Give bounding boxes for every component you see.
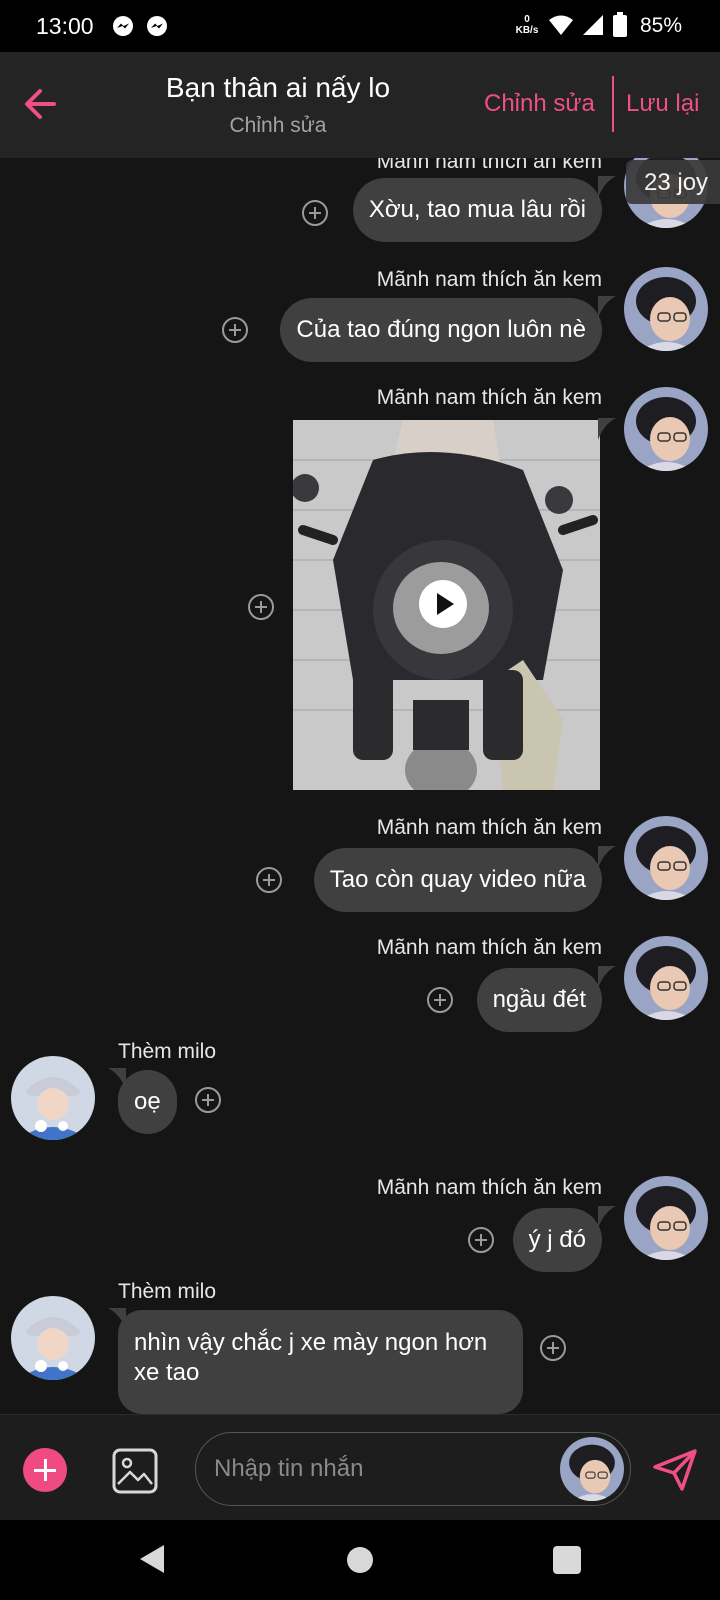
wifi-icon [549,15,573,35]
message-sender: Mãnh nam thích ăn kem [376,1176,602,1199]
avatar[interactable] [624,816,708,900]
message-bubble[interactable]: oẹ [118,1070,177,1134]
image-gallery-icon[interactable] [112,1448,158,1494]
save-button[interactable]: Lưu lại [626,90,699,118]
message-sender: Thèm milo [118,1280,217,1303]
back-triangle-icon[interactable] [138,1543,166,1575]
message-bubble[interactable]: ý j đó [512,1208,602,1272]
chat-title: Bạn thân ai nấy lo [165,72,391,103]
message-bubble[interactable]: Xờu, tao mua lâu rồi [352,178,602,242]
chat-subtitle: Chỉnh sửa [229,114,327,137]
add-reaction-icon[interactable] [468,1227,494,1253]
avatar[interactable] [11,1056,95,1140]
add-reaction-icon[interactable] [222,317,248,343]
status-time: 13:00 [36,13,94,39]
chat-header: Bạn thân ai nấy lo Chỉnh sửa Chỉnh sửa L… [0,52,720,158]
bubble-tail [598,846,616,868]
avatar[interactable] [624,387,708,471]
message-composer [0,1414,720,1520]
sender-avatar[interactable] [560,1437,624,1501]
system-nav-bar [0,1520,720,1600]
add-reaction-icon[interactable] [302,200,328,226]
battery-percent: 85% [640,14,683,37]
add-reaction-icon[interactable] [248,594,274,620]
network-speed-unit: KB/s [515,25,539,36]
message-sender: Thèm milo [118,1040,217,1063]
message-sender: Mãnh nam thích ăn kem [376,268,602,291]
message-sender: Mãnh nam thích ăn kem [376,816,602,839]
header-divider [612,76,614,132]
signal-icon [583,15,603,35]
add-reaction-icon[interactable] [195,1087,221,1113]
avatar[interactable] [624,267,708,351]
video-message[interactable] [293,420,600,790]
message-sender: Mãnh nam thích ăn kem [376,386,602,409]
bubble-tail [598,176,616,198]
joy-badge: 23 joy [626,160,720,204]
bubble-tail [598,296,616,318]
add-reaction-icon[interactable] [540,1335,566,1361]
add-attachment-button[interactable] [23,1448,67,1492]
avatar[interactable] [624,1176,708,1260]
add-reaction-icon[interactable] [256,867,282,893]
message-bubble[interactable]: ngầu đét [476,968,602,1032]
avatar[interactable] [624,936,708,1020]
message-list[interactable]: Mãnh nam thích ăn kem Xờu, tao mua lâu r… [0,158,720,1414]
bubble-tail [598,418,616,440]
edit-button[interactable]: Chỉnh sửa [484,90,595,118]
bubble-tail [598,966,616,988]
messenger-icon [147,16,167,36]
battery-icon [613,12,627,37]
message-sender: Mãnh nam thích ăn kem [376,158,602,173]
message-bubble[interactable]: Của tao đúng ngon luôn nè [280,298,602,362]
recents-square-icon[interactable] [553,1546,581,1574]
play-icon[interactable] [419,580,467,628]
status-bar: 13:00 0 KB/s 85% [0,0,720,52]
home-circle-icon[interactable] [347,1547,373,1573]
messenger-icon [113,16,133,36]
send-icon[interactable] [652,1449,698,1491]
message-sender: Mãnh nam thích ăn kem [376,936,602,959]
message-bubble[interactable]: nhìn vậy chắc j xe mày ngon hơn xe tao [118,1310,523,1414]
avatar[interactable] [11,1296,95,1380]
add-reaction-icon[interactable] [427,987,453,1013]
message-bubble[interactable]: Tao còn quay video nữa [313,848,602,912]
network-speed: 0 KB/s [514,14,540,36]
network-speed-value: 0 [524,14,530,25]
bubble-tail [598,1206,616,1228]
